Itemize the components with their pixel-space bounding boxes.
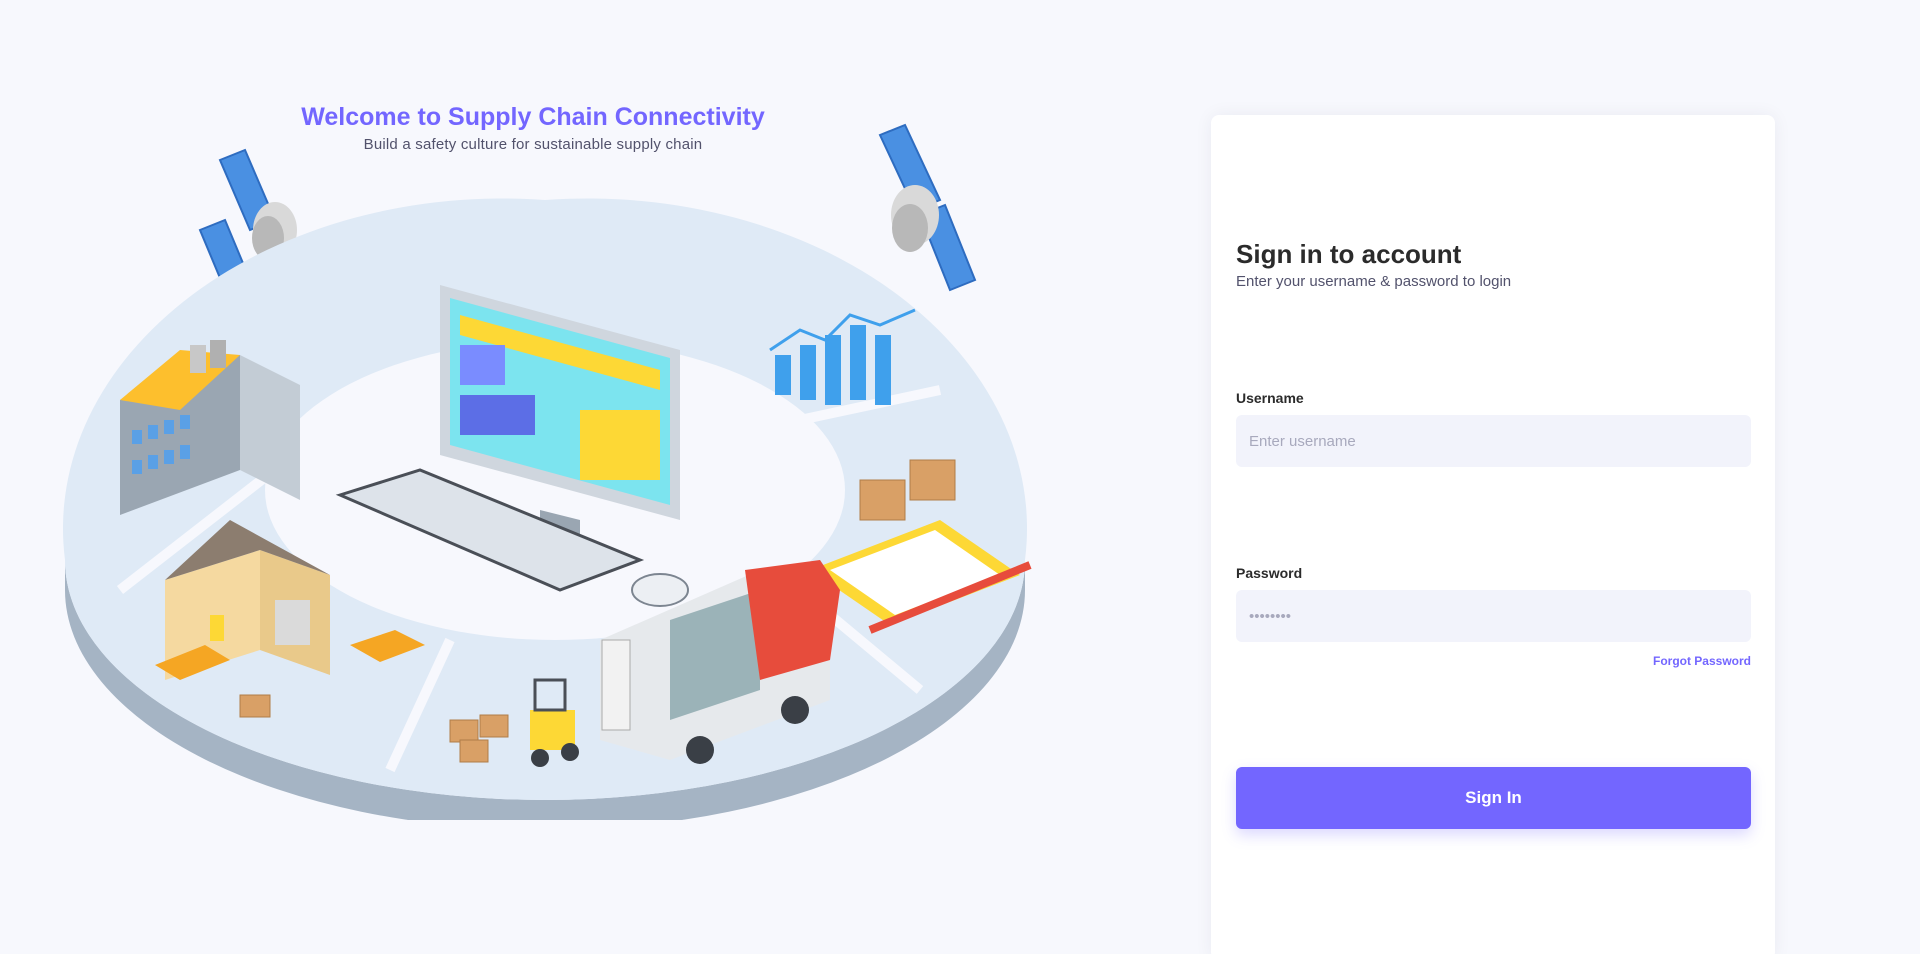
login-title: Sign in to account xyxy=(1236,239,1462,269)
username-label: Username xyxy=(1236,390,1304,406)
username-input[interactable] xyxy=(1236,415,1751,467)
forgot-password-link[interactable]: Forgot Password xyxy=(1653,654,1751,668)
supply-chain-illustration xyxy=(62,123,1032,820)
login-page: Welcome to Supply Chain Connectivity Bui… xyxy=(0,0,1920,954)
login-subtitle: Enter your username & password to login xyxy=(1236,273,1512,290)
password-input[interactable] xyxy=(1236,590,1751,642)
password-label: Password xyxy=(1236,565,1303,581)
satellite-right-icon xyxy=(878,123,977,292)
login-card: Sign in to account Enter your username &… xyxy=(1211,115,1775,954)
sign-in-button[interactable]: Sign In xyxy=(1236,767,1751,829)
